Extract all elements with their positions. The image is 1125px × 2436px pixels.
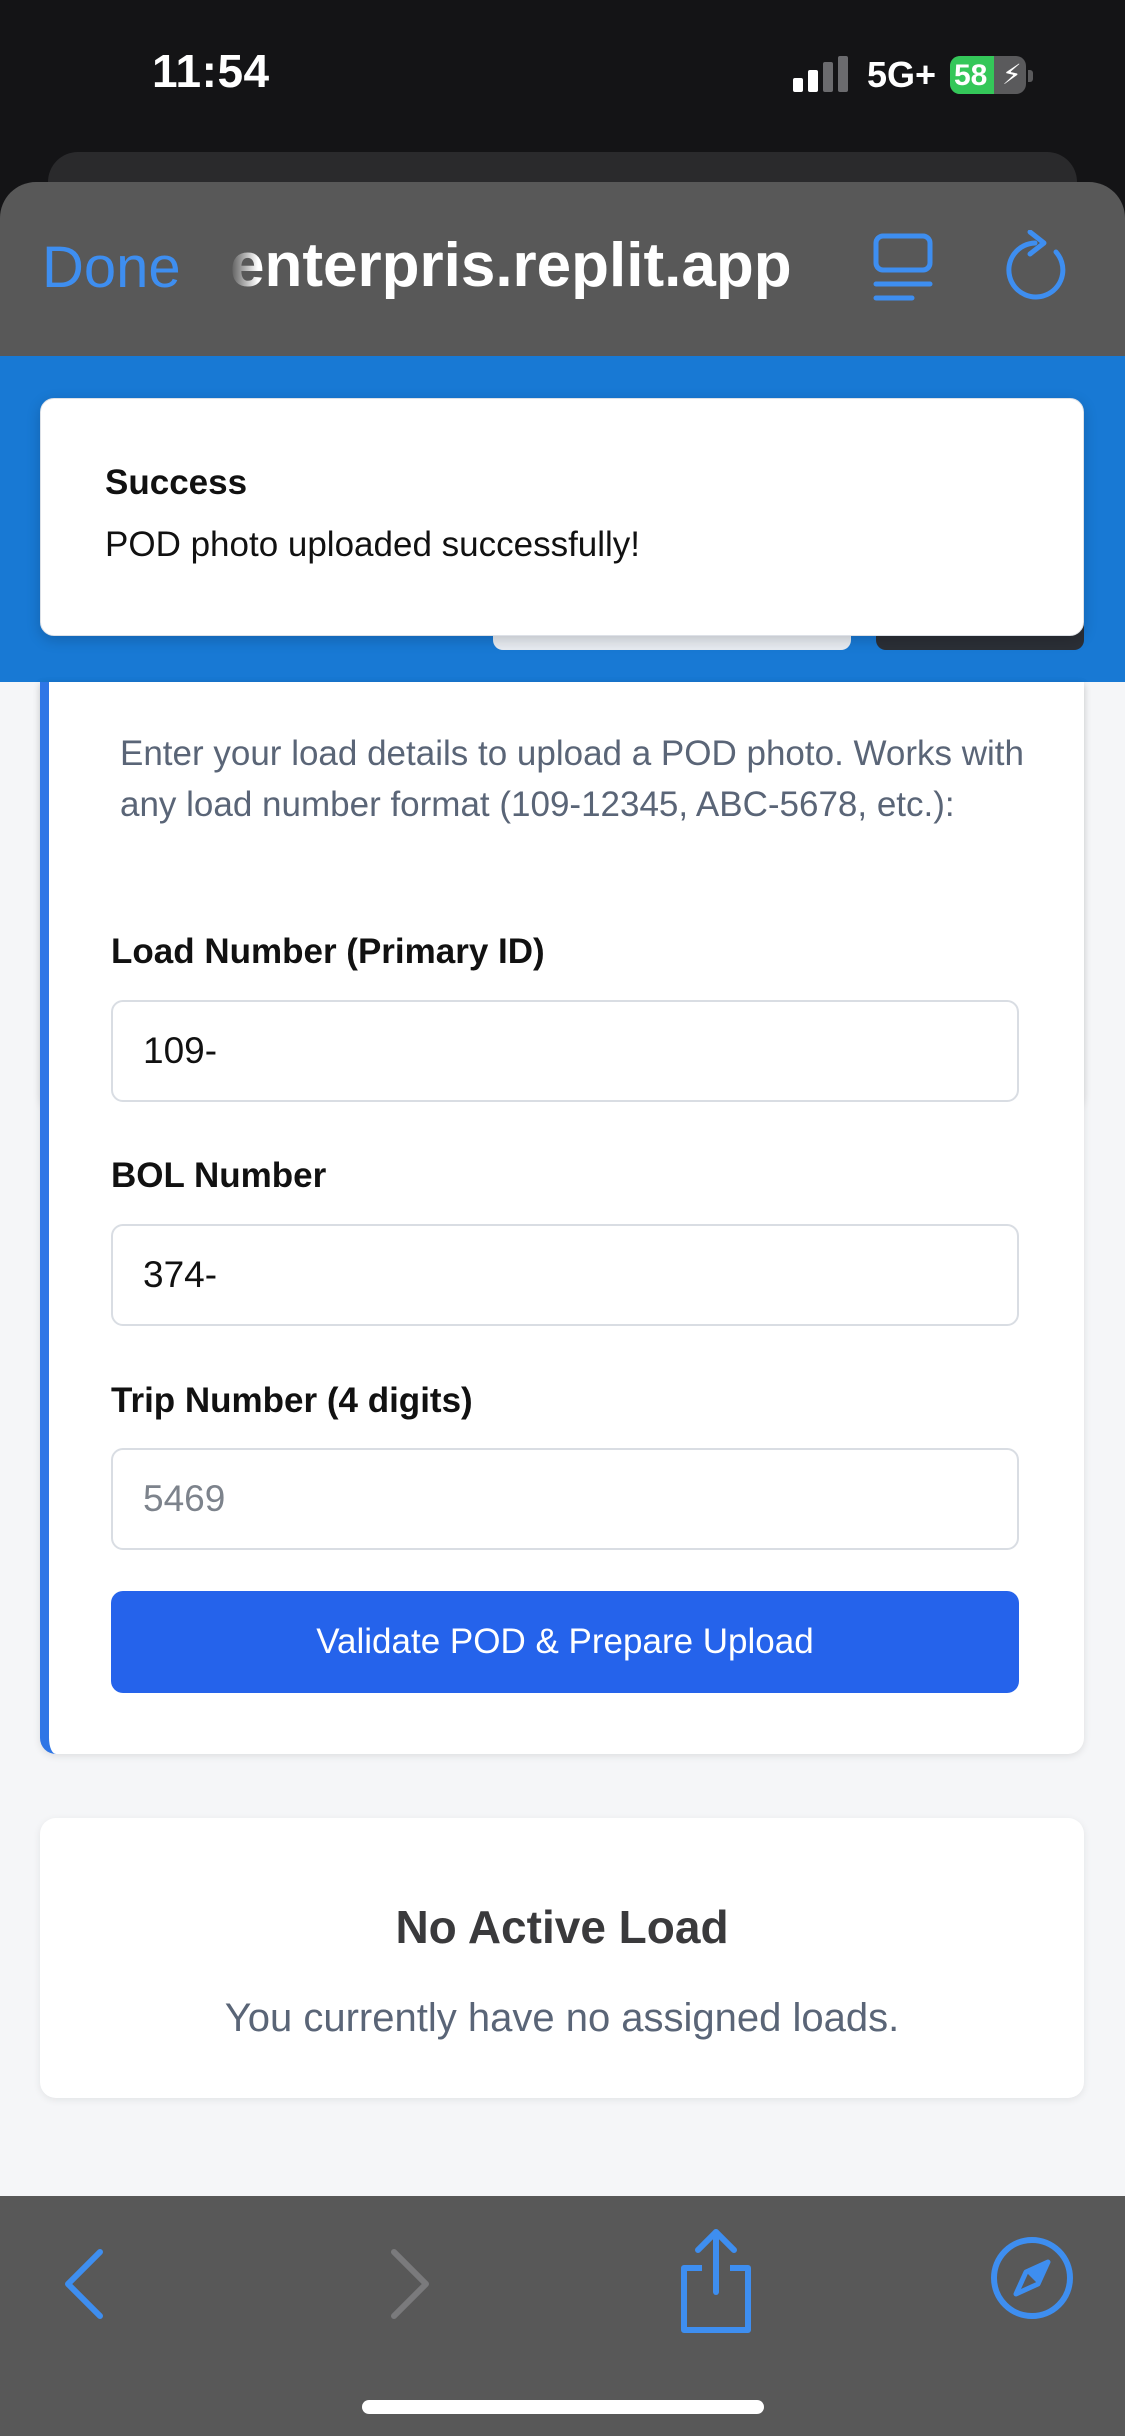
toast-title: Success	[105, 463, 248, 502]
share-icon[interactable]	[668, 2226, 764, 2336]
compass-icon[interactable]	[982, 2228, 1082, 2328]
reload-icon[interactable]	[1000, 229, 1070, 302]
network-type: 5G+	[867, 54, 937, 95]
battery-percent: 58	[954, 59, 988, 92]
trip-number-label: Trip Number (4 digits)	[111, 1381, 473, 1420]
battery-icon: 58 ⚡	[950, 56, 1033, 94]
bol-number-input[interactable]	[111, 1224, 1019, 1326]
reader-view-icon[interactable]	[872, 232, 934, 304]
status-time: 11:54	[152, 45, 270, 97]
load-number-label: Load Number (Primary ID)	[111, 932, 545, 971]
cellular-signal-icon	[793, 56, 851, 92]
home-indicator[interactable]	[362, 2400, 764, 2414]
validate-pod-button[interactable]: Validate POD & Prepare Upload	[111, 1591, 1019, 1693]
charging-bolt-icon: ⚡	[1002, 59, 1022, 90]
status-bar: 11:54 5G+ 58 ⚡	[0, 0, 1125, 150]
toast-message: POD photo uploaded successfully!	[105, 525, 641, 564]
active-load-message: You currently have no assigned loads.	[224, 1996, 900, 2040]
pod-form-intro: Enter your load details to upload a POD …	[120, 734, 1025, 824]
bol-number-label: BOL Number	[111, 1156, 327, 1195]
active-load-title: No Active Load	[395, 1901, 729, 1953]
back-icon[interactable]	[38, 2236, 134, 2332]
url-display[interactable]: enterpris.replit.app	[230, 230, 830, 301]
trip-number-input[interactable]	[111, 1448, 1019, 1550]
forward-icon[interactable]	[360, 2236, 456, 2332]
active-load-card: No Active Load You currently have no ass…	[40, 1818, 1084, 2098]
done-button[interactable]: Done	[42, 234, 181, 301]
success-toast: Success POD photo uploaded successfully!	[40, 398, 1084, 636]
load-number-input[interactable]	[111, 1000, 1019, 1102]
browser-bar: Done enterpris.replit.app	[0, 182, 1125, 356]
